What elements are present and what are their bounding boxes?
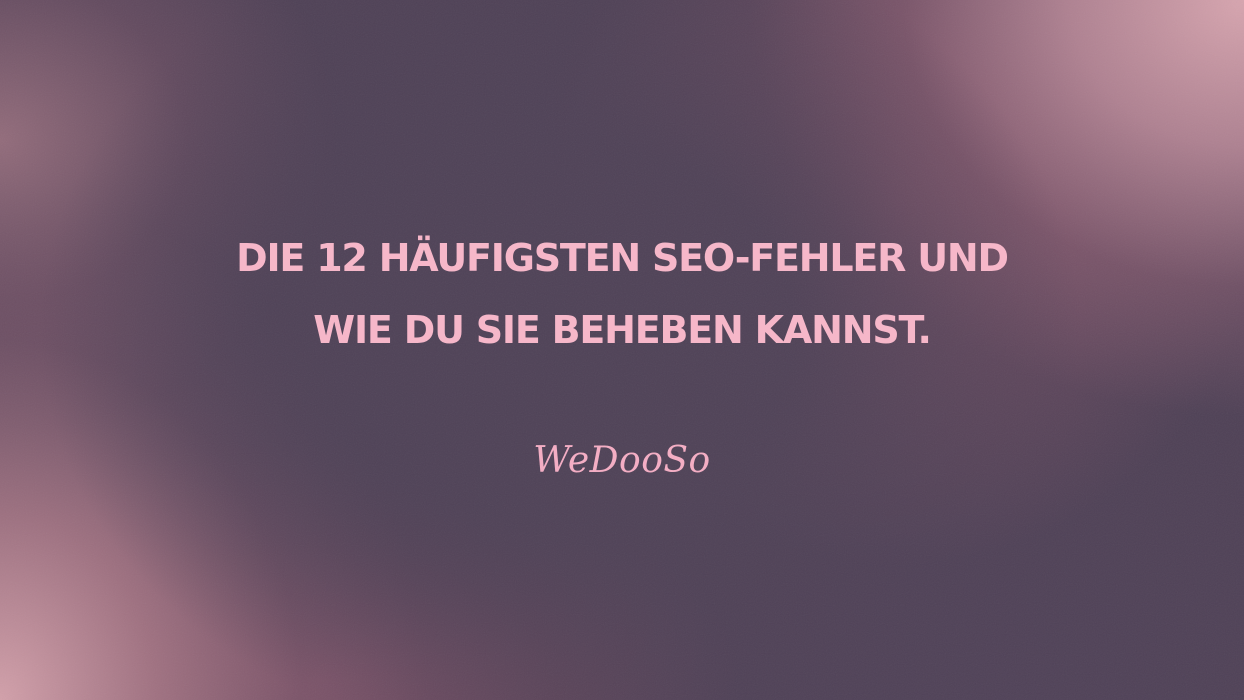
brand-name: WeDooSo xyxy=(533,440,711,481)
headline-line-2: WIE DU SIE BEHEBEN KANNST. xyxy=(313,308,932,352)
headline-line-1: DIE 12 HÄUFIGSTEN SEO-FEHLER UND xyxy=(236,236,1009,280)
slide-content: DIE 12 HÄUFIGSTEN SEO-FEHLER UND WIE DU … xyxy=(0,0,1244,700)
headline: DIE 12 HÄUFIGSTEN SEO-FEHLER UND WIE DU … xyxy=(0,222,1244,366)
